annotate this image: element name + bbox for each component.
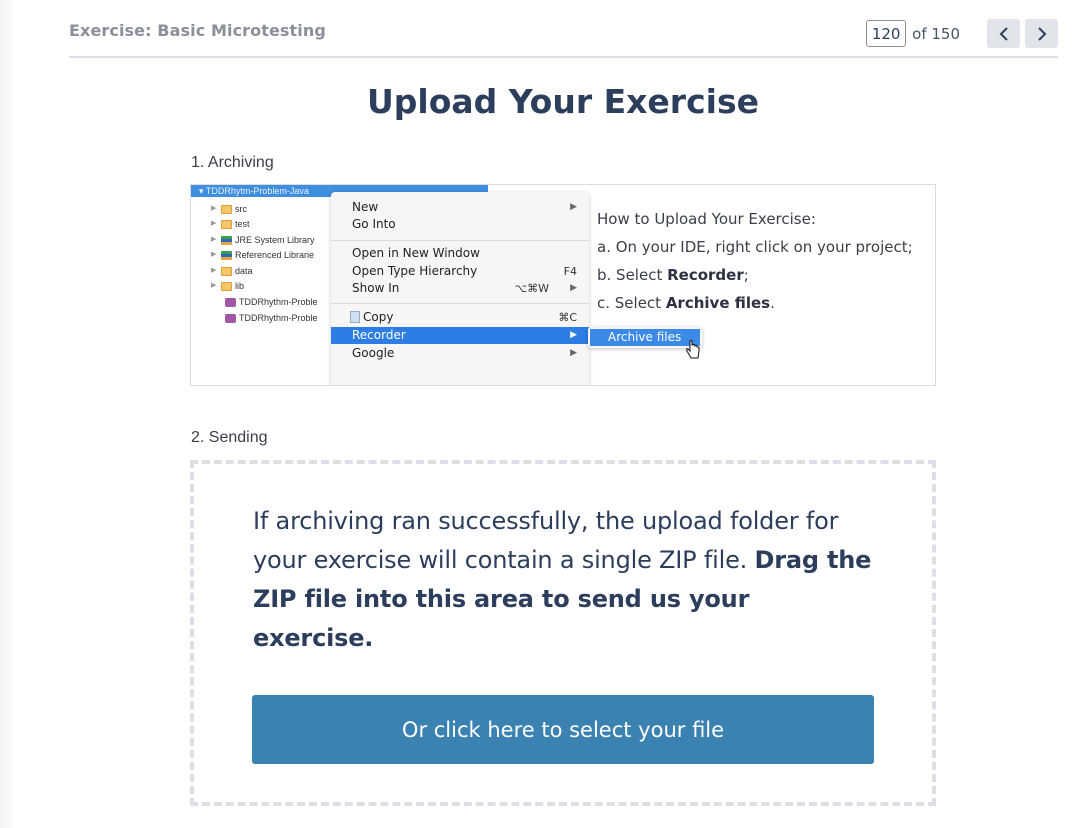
expand-arrow-icon: ▶ (211, 251, 217, 258)
tree-item-label: Referenced Librarie (235, 250, 315, 260)
copy-icon (350, 311, 360, 323)
tree-item: ▶ Referenced Librarie (211, 248, 314, 262)
library-icon (221, 250, 232, 260)
howto-step-b: b. Select Recorder; (597, 261, 913, 289)
context-menu-item: Go Into (331, 216, 589, 233)
submenu-arrow-icon: ▶ (570, 283, 577, 293)
tree-root-label: TDDRhytm-Problem-Java (205, 186, 309, 196)
shortcut-label: ⌘C (558, 311, 577, 324)
file-drop-zone[interactable]: If archiving ran successfully, the uploa… (190, 460, 936, 806)
context-menu-item: Open in New Window (331, 245, 589, 262)
expand-arrow-icon: ▶ (211, 205, 217, 212)
file-icon (225, 313, 236, 323)
package-folder-icon (221, 219, 232, 229)
tree-item: TDDRhythm-Proble (225, 295, 318, 309)
menu-item-label: Google (352, 346, 395, 360)
page-number-input[interactable] (866, 20, 907, 47)
howto-text: . (770, 294, 775, 312)
tree-item-label: TDDRhythm-Proble (239, 297, 318, 307)
expand-arrow-icon: ▶ (211, 236, 217, 243)
tree-item: ▶ data (211, 264, 253, 278)
menu-item-label: Copy (363, 310, 394, 324)
file-icon (225, 297, 236, 307)
submenu-arrow-icon: ▶ (570, 348, 577, 358)
drop-zone-text: If archiving ran successfully, the uploa… (253, 502, 873, 658)
top-bar: Exercise: Basic Microtesting of 150 (69, 0, 1058, 58)
tree-item-label: src (235, 204, 247, 214)
howto-step-a: a. On your IDE, right click on your proj… (597, 238, 913, 256)
next-page-button[interactable] (1025, 19, 1058, 48)
page-total: of 150 (912, 24, 960, 43)
expand-arrow-icon: ▶ (211, 267, 217, 274)
context-menu-item: Copy ⌘C (331, 309, 589, 326)
folder-icon (221, 266, 232, 276)
context-menu-screenshot: New ▶ Go Into Open in New Window Open Typ… (331, 192, 589, 385)
howto-step-c: c. Select Archive files. (597, 289, 913, 317)
select-file-button[interactable]: Or click here to select your file (252, 695, 874, 764)
chevron-right-icon (1037, 26, 1046, 41)
pager: of 150 (866, 19, 1058, 48)
howto-instructions: How to Upload Your Exercise: a. On your … (597, 205, 913, 317)
howto-text: b. Select (597, 266, 668, 284)
expand-arrow-icon: ▶ (211, 282, 217, 289)
tree-item-label: JRE System Library (235, 235, 315, 245)
menu-item-label: Open Type Hierarchy (352, 264, 478, 278)
expand-arrow-icon: ▶ (211, 220, 217, 227)
context-menu-item: New ▶ (331, 199, 589, 216)
context-menu-item: Show In ⌥⌘W ▶ (331, 280, 589, 297)
package-folder-icon (221, 204, 232, 214)
archiving-instructions-panel: ▾ TDDRhytm-Problem-Java ▶ src ▶ test ▶ JRE … (190, 184, 936, 386)
tree-item-label: test (235, 219, 250, 229)
tree-item: ▶ JRE System Library (211, 233, 315, 247)
shortcut-label: F4 (563, 265, 577, 278)
tree-item-label: TDDRhythm-Proble (239, 313, 318, 323)
context-menu-item-active: Recorder ▶ (331, 327, 589, 344)
tree-item: ▶ test (211, 217, 250, 231)
tree-item-label: data (235, 266, 253, 276)
howto-bold-text: Archive files (665, 294, 771, 312)
howto-text: c. Select (597, 294, 666, 312)
previous-page-button[interactable] (987, 19, 1020, 48)
submenu-arrow-icon: ▶ (570, 202, 577, 212)
folder-icon (221, 281, 232, 291)
tree-item-label: lib (235, 281, 245, 291)
howto-text: ; (743, 266, 749, 284)
tree-item: ▶ src (211, 202, 247, 216)
library-icon (221, 235, 232, 245)
menu-item-label: Show In (352, 281, 400, 295)
submenu-arrow-icon: ▶ (570, 330, 577, 340)
context-menu-item: Open Type Hierarchy F4 (331, 263, 589, 280)
page-title: Upload Your Exercise (367, 82, 759, 121)
submenu-item-archive-files: Archive files (590, 329, 700, 346)
left-gutter (0, 0, 12, 828)
menu-item-label: Open in New Window (352, 246, 480, 260)
tree-item: TDDRhythm-Proble (225, 311, 318, 325)
howto-heading: How to Upload Your Exercise: (597, 210, 816, 228)
context-menu-item: Google ▶ (331, 345, 589, 362)
step-sending-label: 2. Sending (191, 429, 268, 446)
menu-separator (331, 240, 589, 241)
tree-item: ▶ lib (211, 279, 244, 293)
exercise-title: Exercise: Basic Microtesting (69, 21, 326, 40)
chevron-left-icon (999, 26, 1008, 41)
menu-item-label: Recorder (352, 328, 406, 342)
menu-item-label: New (352, 200, 379, 214)
menu-item-label: Go Into (352, 217, 396, 231)
menu-separator (331, 303, 589, 304)
hand-cursor-icon (686, 340, 700, 359)
drop-zone-description: If archiving ran successfully, the uploa… (253, 507, 839, 574)
howto-bold-text: Recorder (667, 266, 744, 284)
shortcut-label: ⌥⌘W (514, 282, 549, 295)
step-archiving-label: 1. Archiving (191, 154, 274, 171)
